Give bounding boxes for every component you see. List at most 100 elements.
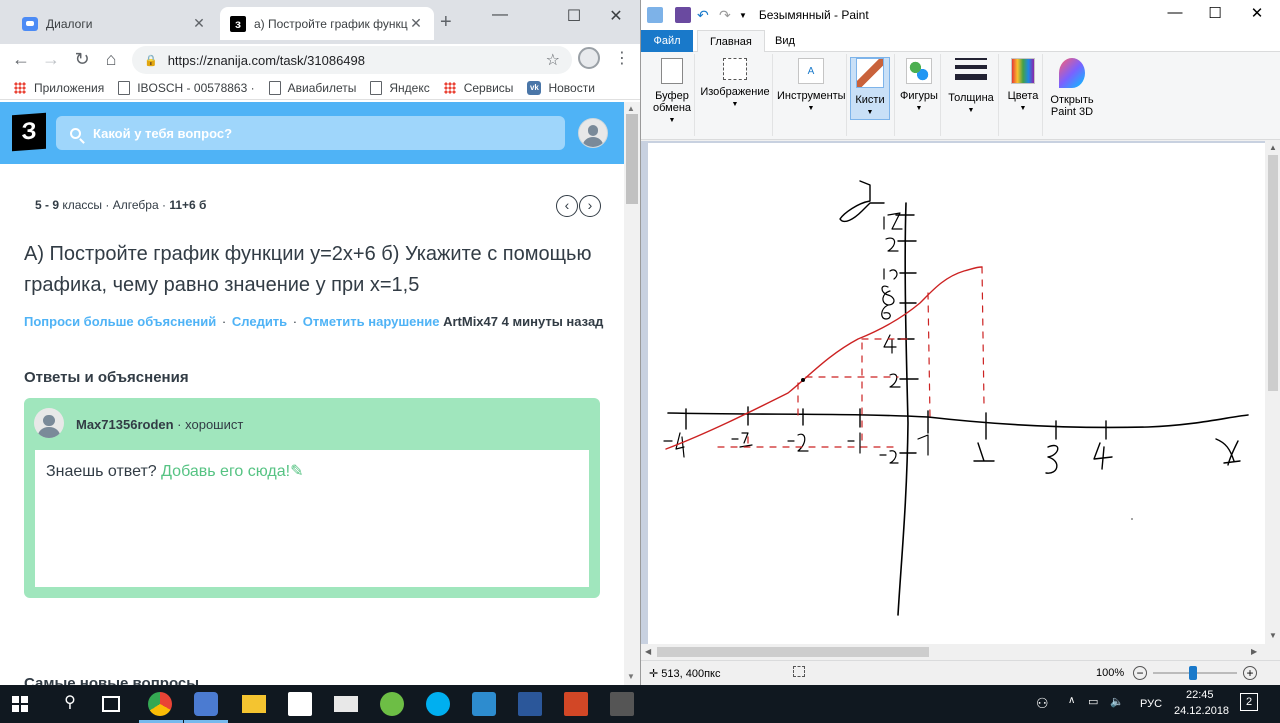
- ask-more-link[interactable]: Попроси больше объяснений: [24, 314, 216, 329]
- network-icon[interactable]: ▭: [1088, 695, 1098, 708]
- size-button[interactable]: Толщина ▼: [945, 58, 997, 117]
- close-tab-icon[interactable]: ✕: [408, 15, 424, 32]
- word-icon[interactable]: [518, 692, 542, 716]
- bookmark-avia[interactable]: Авиабилеты: [268, 80, 356, 95]
- tools-button[interactable]: A Инструменты ▼: [777, 58, 846, 115]
- bookmark-services[interactable]: Сервисы: [443, 81, 513, 95]
- canvas-horizontal-scrollbar[interactable]: ◀ ▶: [641, 644, 1265, 660]
- tab-znanija[interactable]: з а) Постройте график функци ✕: [220, 7, 434, 40]
- author-name[interactable]: ArtMix47: [443, 314, 498, 329]
- tray-expand-icon[interactable]: ∧: [1068, 695, 1075, 706]
- crumb-grade[interactable]: 5 - 9: [35, 198, 59, 212]
- scroll-down-icon[interactable]: ▼: [1269, 631, 1277, 640]
- volume-icon[interactable]: 🔈: [1110, 695, 1124, 708]
- tab-home[interactable]: Главная: [697, 30, 765, 53]
- start-button[interactable]: [12, 696, 28, 712]
- tab-dialogs[interactable]: Диалоги ✕: [12, 7, 217, 40]
- bookmark-apps[interactable]: Приложения: [14, 81, 104, 95]
- close-window-button[interactable]: ✕: [601, 6, 631, 26]
- scroll-up-icon[interactable]: ▲: [1269, 143, 1277, 152]
- page-scrollbar[interactable]: ▲ ▼: [624, 102, 640, 685]
- search-icon[interactable]: ⚲: [58, 692, 82, 716]
- scrollbar-thumb[interactable]: [626, 114, 638, 204]
- site-logo[interactable]: З: [12, 112, 46, 152]
- bookmark-ibosch[interactable]: IBOSCH - 00578863 ·: [118, 80, 255, 95]
- address-bar[interactable]: 🔒 https://znanija.com/task/31086498 ☆: [132, 46, 572, 74]
- maximize-button[interactable]: ☐: [559, 6, 589, 26]
- drawing-canvas[interactable]: [648, 143, 1265, 644]
- answer-input-area[interactable]: Знаешь ответ? Добавь его сюда!✎: [35, 450, 589, 587]
- extension-icon[interactable]: [578, 47, 600, 69]
- scroll-up-icon[interactable]: ▲: [627, 104, 635, 113]
- reload-button[interactable]: ↻: [71, 49, 93, 70]
- answerer-name[interactable]: Max71356roden: [76, 417, 174, 432]
- next-question-button[interactable]: ›: [579, 195, 601, 217]
- teamviewer-icon[interactable]: [472, 692, 496, 716]
- quick-access-dropdown-icon[interactable]: ▼: [739, 11, 747, 20]
- paint-close-button[interactable]: ✕: [1242, 4, 1272, 22]
- answerer-avatar[interactable]: [34, 408, 64, 438]
- tab-file[interactable]: Файл: [641, 30, 693, 52]
- close-tab-icon[interactable]: ✕: [191, 15, 207, 32]
- clipboard-button[interactable]: Буфер обмена ▼: [653, 58, 691, 127]
- bookmark-news[interactable]: vk Новости: [527, 80, 595, 95]
- utorrent-icon[interactable]: [380, 692, 404, 716]
- tools-icon: A: [798, 58, 824, 84]
- paint-minimize-button[interactable]: —: [1160, 4, 1190, 21]
- back-button[interactable]: ←: [10, 49, 32, 70]
- calculator-icon[interactable]: [610, 692, 634, 716]
- y-label-4: [883, 334, 897, 354]
- lock-icon[interactable]: 🔒: [144, 54, 158, 67]
- bookmark-star-icon[interactable]: ☆: [546, 50, 560, 70]
- tab-view[interactable]: Вид: [763, 30, 807, 52]
- clock-date[interactable]: 24.12.2018: [1174, 705, 1229, 717]
- line-width-icon: [955, 58, 987, 86]
- paint-maximize-button[interactable]: ☐: [1200, 4, 1230, 22]
- canvas-vertical-scrollbar[interactable]: ▲ ▼: [1265, 141, 1280, 644]
- vertical-scroll-thumb[interactable]: [1268, 155, 1278, 391]
- follow-link[interactable]: Следить: [232, 314, 287, 329]
- language-indicator[interactable]: РУС: [1140, 698, 1162, 710]
- powerpoint-icon[interactable]: [564, 692, 588, 716]
- save-icon[interactable]: [675, 7, 691, 23]
- scroll-right-icon[interactable]: ▶: [1251, 647, 1257, 656]
- undo-icon[interactable]: ↶: [697, 7, 713, 23]
- notifications-icon[interactable]: 2: [1240, 693, 1258, 711]
- report-link[interactable]: Отметить нарушение: [303, 314, 440, 329]
- prev-question-button[interactable]: ‹: [556, 195, 578, 217]
- skype-icon[interactable]: [426, 692, 450, 716]
- task-view-icon[interactable]: [102, 696, 120, 712]
- home-button[interactable]: ⌂: [100, 49, 122, 70]
- user-avatar[interactable]: [578, 118, 608, 148]
- chrome-taskbar-icon[interactable]: [148, 692, 172, 716]
- brushes-button[interactable]: Кисти ▼: [850, 57, 890, 120]
- shapes-button[interactable]: Фигуры ▼: [899, 58, 939, 115]
- paint-taskbar-icon[interactable]: [194, 692, 218, 716]
- people-icon[interactable]: ⚇: [1036, 695, 1049, 712]
- browser-menu-icon[interactable]: ⋮: [614, 48, 630, 68]
- forward-button[interactable]: →: [40, 49, 62, 70]
- new-tab-button[interactable]: +: [440, 11, 452, 34]
- mail-icon[interactable]: [334, 696, 358, 712]
- crumb-grade-suffix[interactable]: классы: [62, 198, 102, 212]
- image-button[interactable]: Изображение ▼: [699, 58, 771, 111]
- zoom-slider[interactable]: [1153, 666, 1237, 680]
- bookmark-yandex[interactable]: Яндекс: [370, 80, 430, 95]
- zoom-slider-knob[interactable]: [1189, 666, 1197, 680]
- store-icon[interactable]: [288, 692, 312, 716]
- horizontal-scroll-thumb[interactable]: [657, 647, 929, 657]
- open-paint3d-button[interactable]: Открыть Paint 3D: [1047, 58, 1097, 118]
- scroll-left-icon[interactable]: ◀: [645, 647, 651, 656]
- zoom-in-button[interactable]: +: [1243, 666, 1257, 680]
- colors-button[interactable]: Цвета ▼: [1005, 58, 1041, 115]
- minimize-button[interactable]: —: [485, 6, 515, 24]
- redo-icon[interactable]: ↷: [719, 7, 735, 23]
- paint-app-icon[interactable]: [647, 7, 663, 23]
- clock-time[interactable]: 22:45: [1186, 689, 1214, 701]
- crumb-subject[interactable]: Алгебра: [113, 198, 159, 212]
- file-explorer-icon[interactable]: [242, 695, 266, 713]
- scroll-down-icon[interactable]: ▼: [627, 672, 635, 681]
- add-answer-link[interactable]: Добавь его сюда!: [161, 463, 290, 480]
- question-search-input[interactable]: Какой у тебя вопрос?: [56, 116, 565, 150]
- zoom-out-button[interactable]: −: [1133, 666, 1147, 680]
